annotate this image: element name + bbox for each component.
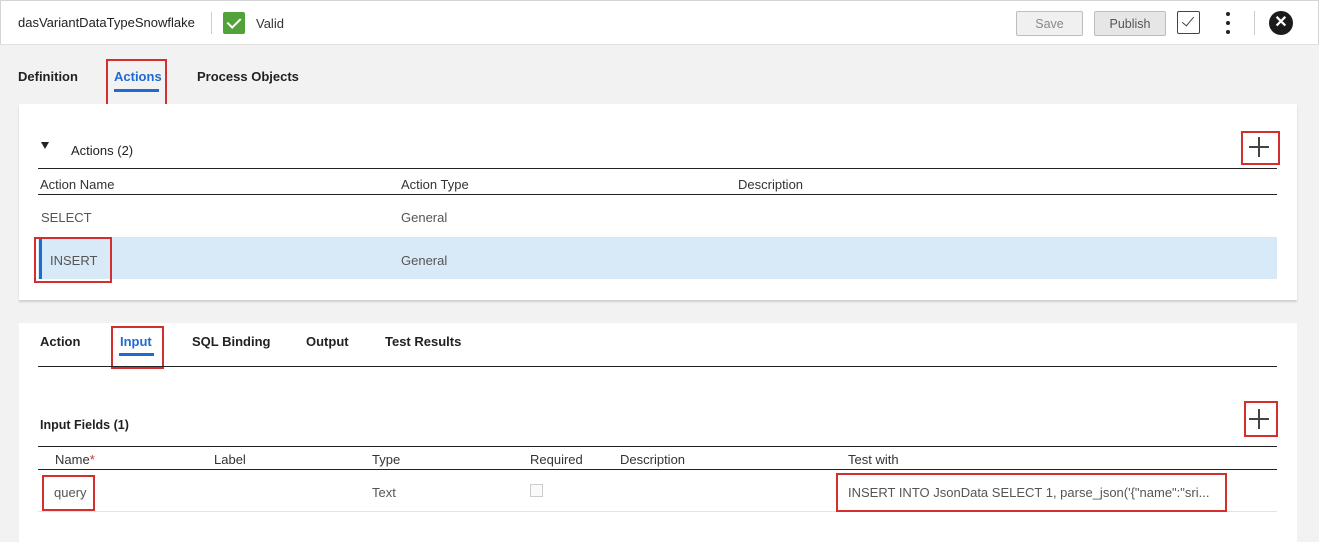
required-marker: * [89, 452, 95, 467]
table-header-bottom [38, 469, 1277, 470]
tab-test-results[interactable]: Test Results [385, 334, 461, 349]
highlight-box [111, 326, 164, 369]
column-header-action-type: Action Type [401, 177, 469, 192]
column-header-action-name: Action Name [40, 177, 115, 192]
column-header-label: Label [214, 452, 246, 467]
validate-icon[interactable] [1177, 11, 1200, 34]
tab-output[interactable]: Output [306, 334, 349, 349]
tab-process-objects[interactable]: Process Objects [197, 69, 299, 84]
actions-panel: Actions (2) Action Name Action Type Desc… [19, 104, 1297, 300]
table-row-selected[interactable] [38, 238, 1277, 279]
header-divider-right [1254, 11, 1255, 35]
column-header-required: Required [530, 452, 583, 467]
header-bar: dasVariantDataTypeSnowflake Valid Save P… [0, 0, 1319, 45]
action-type: General [401, 210, 448, 225]
column-header-type: Type [372, 452, 401, 467]
header-divider [211, 12, 212, 34]
sub-tabs-divider [38, 366, 1277, 367]
actions-section-title: Actions (2) [71, 143, 134, 158]
column-header-test-with: Test with [848, 452, 899, 467]
publish-button[interactable]: Publish [1094, 11, 1166, 36]
highlight-box [836, 473, 1227, 512]
close-icon[interactable]: ✕ [1269, 11, 1293, 35]
tab-action[interactable]: Action [40, 334, 80, 349]
check-icon [223, 12, 245, 34]
column-header-description: Description [738, 177, 804, 192]
collapse-triangle-icon[interactable] [41, 142, 49, 149]
kebab-menu-icon[interactable] [1223, 11, 1233, 35]
input-fields-title: Input Fields (1) [40, 418, 129, 432]
highlight-box [34, 237, 112, 283]
highlight-box [1244, 401, 1278, 437]
table-header-divider [38, 446, 1277, 447]
asset-name: dasVariantDataTypeSnowflake [18, 15, 195, 30]
table-header-divider [38, 168, 1277, 169]
column-header-name: Name* [55, 452, 95, 467]
status-label: Valid [256, 16, 284, 31]
highlight-box [1241, 131, 1280, 165]
input-panel: Action Input SQL Binding Output Test Res… [19, 323, 1297, 542]
required-checkbox[interactable] [530, 484, 543, 497]
action-type: General [401, 253, 448, 268]
tab-definition[interactable]: Definition [18, 69, 78, 84]
column-header-description: Description [620, 452, 686, 467]
tab-sql-binding[interactable]: SQL Binding [192, 334, 270, 349]
save-button[interactable]: Save [1016, 11, 1083, 36]
table-header-bottom [38, 194, 1277, 195]
highlight-box [42, 475, 95, 511]
field-type: Text [372, 485, 396, 500]
action-name: SELECT [41, 210, 92, 225]
highlight-box [106, 59, 167, 107]
